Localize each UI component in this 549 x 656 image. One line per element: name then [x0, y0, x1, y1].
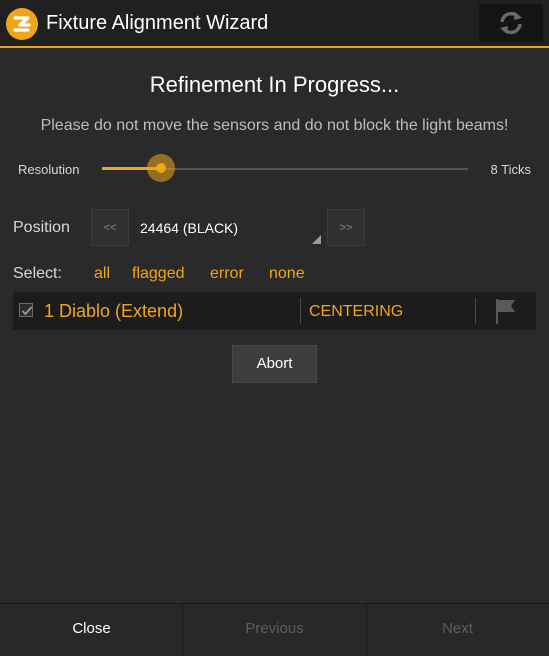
- fixture-status: CENTERING: [309, 303, 404, 320]
- title-bar: Fixture Alignment Wizard: [0, 0, 549, 48]
- refresh-icon: [500, 11, 522, 35]
- select-none-link[interactable]: none: [269, 265, 305, 283]
- position-selected-value: 24464 (BLACK): [140, 220, 239, 236]
- select-flagged-link[interactable]: flagged: [132, 265, 185, 283]
- fixture-row[interactable]: 1 Diablo (Extend) CENTERING: [13, 292, 536, 330]
- position-dropdown[interactable]: 24464 (BLACK): [131, 209, 323, 246]
- refresh-button[interactable]: [479, 4, 543, 42]
- select-error-link[interactable]: error: [210, 265, 244, 283]
- flag-icon: [496, 299, 515, 324]
- close-button[interactable]: Close: [0, 604, 183, 656]
- page-heading: Refinement In Progress...: [149, 72, 400, 97]
- previous-button[interactable]: Previous: [183, 604, 366, 656]
- previous-position-button[interactable]: <<: [91, 209, 129, 246]
- app-logo-icon: [6, 8, 38, 40]
- position-label: Position: [13, 219, 70, 236]
- abort-button[interactable]: Abort: [232, 345, 317, 383]
- warning-text: Please do not move the sensors and do no…: [40, 117, 509, 134]
- resolution-slider-thumb[interactable]: [155, 163, 166, 173]
- resolution-value: 8 Ticks: [490, 162, 531, 177]
- window-title: Fixture Alignment Wizard: [46, 12, 269, 34]
- next-position-button[interactable]: >>: [327, 209, 365, 246]
- flag-button[interactable]: [491, 296, 521, 326]
- select-all-link[interactable]: all: [94, 265, 110, 283]
- fixture-checkbox[interactable]: [19, 303, 33, 317]
- select-label: Select:: [13, 265, 62, 282]
- column-divider: [475, 298, 476, 324]
- fixture-name: 1 Diablo (Extend): [44, 301, 184, 321]
- column-divider: [300, 298, 301, 324]
- dropdown-caret-icon: [312, 235, 321, 244]
- checkmark-icon: [21, 306, 33, 316]
- bottom-bar: Close Previous Next: [0, 603, 549, 656]
- resolution-label: Resolution: [18, 162, 80, 177]
- next-button[interactable]: Next: [366, 604, 549, 656]
